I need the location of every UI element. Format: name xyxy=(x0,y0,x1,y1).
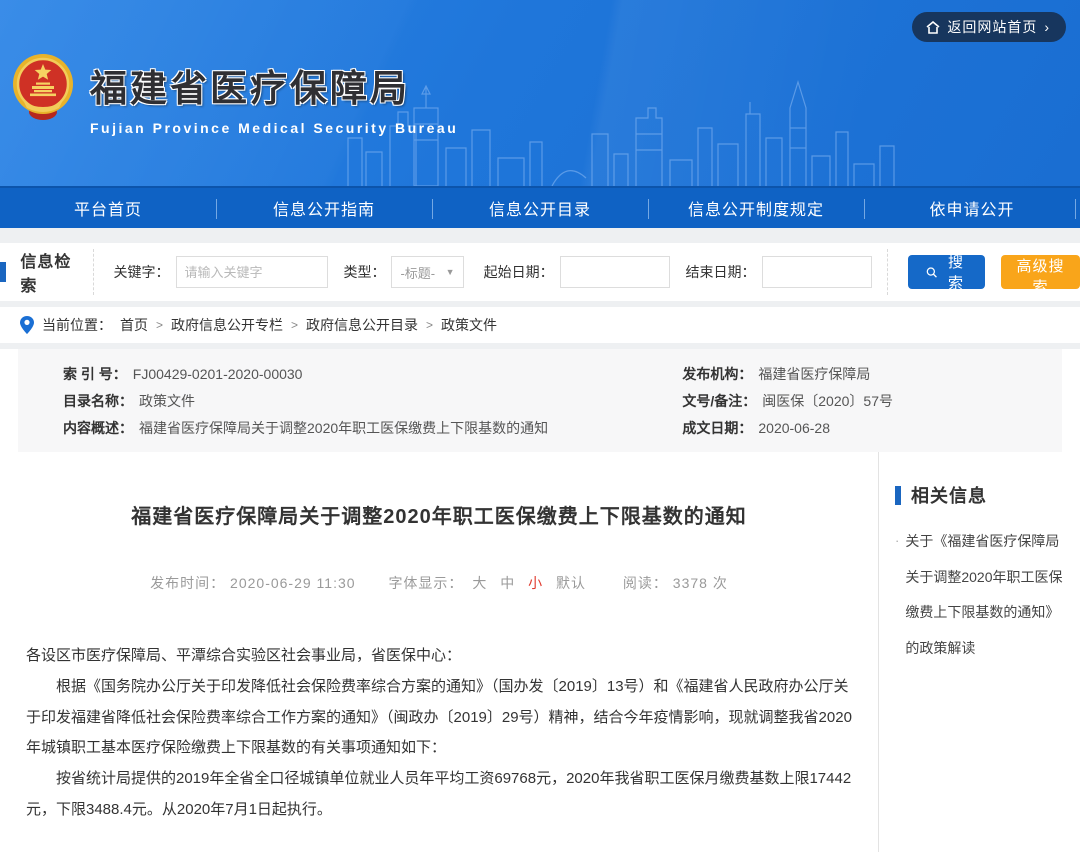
paragraph: 按省统计局提供的2019年全省全口径城镇单位就业人员年平均工资69768元，20… xyxy=(26,764,852,826)
site-logo: 福建省医疗保障局 Fujian Province Medical Securit… xyxy=(10,52,458,136)
nav-item-disclosure-rules[interactable]: 信息公开制度规定 xyxy=(648,188,864,228)
breadcrumb-separator: > xyxy=(291,318,298,332)
breadcrumb: 当前位置： 首页 > 政府信息公开专栏 > 政府信息公开目录 > 政策文件 xyxy=(0,307,1080,343)
site-subtitle: Fujian Province Medical Security Bureau xyxy=(90,120,458,136)
search-section-title: 信息检索 xyxy=(20,248,74,296)
home-icon xyxy=(926,21,940,34)
search-button-label: 搜索 xyxy=(944,251,967,293)
site-title: 福建省医疗保障局 xyxy=(90,58,458,112)
paragraph: 根据《国务院办公厅关于印发降低社会保险费率综合方案的通知》（国办发〔2019〕1… xyxy=(26,672,852,764)
start-date-label: 起始日期： xyxy=(484,262,554,282)
article-info-line: 发布时间： 2020-06-29 11:30 字体显示： 大 中 小 默认 阅读… xyxy=(26,573,852,593)
font-size-default[interactable]: 默认 xyxy=(556,575,586,591)
nav-item-disclosure-guide[interactable]: 信息公开指南 xyxy=(216,188,432,228)
search-panel: 信息检索 关键字： 类型： -标题- ▼ 起始日期： 结束日期： 搜索 高级搜索 xyxy=(0,243,1080,301)
related-info-link[interactable]: · 关于《福建省医疗保障局关于调整2020年职工医保缴费上下限基数的通知》的政策… xyxy=(895,524,1068,667)
breadcrumb-location-label: 当前位置： xyxy=(42,315,112,335)
section-marker xyxy=(0,262,6,282)
related-info-sidebar: 相关信息 · 关于《福建省医疗保障局关于调整2020年职工医保缴费上下限基数的通… xyxy=(878,452,1080,852)
type-label: 类型： xyxy=(343,262,385,282)
meta-catalog-name: 目录名称：政策文件 xyxy=(63,388,682,415)
article: 福建省医疗保障局关于调整2020年职工医保缴费上下限基数的通知 发布时间： 20… xyxy=(0,452,878,852)
font-size-label: 字体显示： xyxy=(388,575,463,591)
main-nav: 平台首页 信息公开指南 信息公开目录 信息公开制度规定 依申请公开 xyxy=(0,186,1080,228)
breadcrumb-policy-files[interactable]: 政策文件 xyxy=(441,315,497,335)
related-info-title: 相关信息 xyxy=(911,482,987,508)
breadcrumb-disclosure-column[interactable]: 政府信息公开专栏 xyxy=(171,315,283,335)
nav-item-disclosure-catalog[interactable]: 信息公开目录 xyxy=(432,188,648,228)
end-date-input[interactable] xyxy=(762,256,872,288)
nav-item-apply-disclosure[interactable]: 依申请公开 xyxy=(864,188,1080,228)
breadcrumb-separator: > xyxy=(426,318,433,332)
paragraph: 各设区市医疗保障局、平潭综合实验区社会事业局，省医保中心： xyxy=(26,641,852,672)
article-body: 各设区市医疗保障局、平潭综合实验区社会事业局，省医保中心： 根据《国务院办公厅关… xyxy=(26,641,852,826)
start-date-input[interactable] xyxy=(560,256,670,288)
home-button-label: 返回网站首页 xyxy=(947,17,1037,37)
meta-index-number: 索 引 号：FJ00429-0201-2020-00030 xyxy=(63,361,682,388)
header-banner: 返回网站首页 › 福建省医疗保障局 Fujian Province Medica… xyxy=(0,0,1080,186)
bullet-icon: · xyxy=(895,524,899,667)
meta-issue-date: 成文日期：2020-06-28 xyxy=(682,415,1062,442)
search-icon xyxy=(926,265,938,280)
type-select-value: -标题- xyxy=(400,263,435,282)
read-count-value: 3378 xyxy=(673,575,708,591)
read-count-unit: 次 xyxy=(713,575,728,591)
chevron-right-icon: › xyxy=(1044,19,1050,35)
national-emblem xyxy=(10,52,76,124)
read-count-label: 阅读： xyxy=(623,575,668,591)
article-title: 福建省医疗保障局关于调整2020年职工医保缴费上下限基数的通知 xyxy=(26,500,852,529)
location-pin-icon xyxy=(20,316,34,334)
related-info-link-text: 关于《福建省医疗保障局关于调整2020年职工医保缴费上下限基数的通知》的政策解读 xyxy=(905,524,1068,667)
meta-content-summary: 内容概述：福建省医疗保障局关于调整2020年职工医保缴费上下限基数的通知 xyxy=(63,415,682,442)
publish-time-value: 2020-06-29 11:30 xyxy=(230,575,356,591)
return-home-button[interactable]: 返回网站首页 › xyxy=(912,12,1066,42)
nav-item-platform-home[interactable]: 平台首页 xyxy=(0,188,216,228)
search-button[interactable]: 搜索 xyxy=(908,255,985,289)
breadcrumb-home[interactable]: 首页 xyxy=(120,315,148,335)
font-size-large[interactable]: 大 xyxy=(472,575,487,591)
meta-document-number: 文号/备注：闽医保〔2020〕57号 xyxy=(682,388,1062,415)
keyword-label: 关键字： xyxy=(114,262,170,282)
section-marker xyxy=(895,486,901,505)
divider xyxy=(93,249,94,295)
document-meta-box: 索 引 号：FJ00429-0201-2020-00030 目录名称：政策文件 … xyxy=(18,349,1062,452)
font-size-medium[interactable]: 中 xyxy=(500,575,515,591)
end-date-label: 结束日期： xyxy=(686,262,756,282)
font-size-small[interactable]: 小 xyxy=(528,575,543,591)
main-panel: 索 引 号：FJ00429-0201-2020-00030 目录名称：政策文件 … xyxy=(0,349,1080,855)
keyword-input[interactable] xyxy=(176,256,328,288)
breadcrumb-disclosure-catalog[interactable]: 政府信息公开目录 xyxy=(306,315,418,335)
divider xyxy=(887,249,888,295)
type-select[interactable]: -标题- ▼ xyxy=(391,256,463,288)
chevron-down-icon: ▼ xyxy=(446,267,455,277)
advanced-search-button[interactable]: 高级搜索 xyxy=(1001,255,1080,289)
meta-issuing-agency: 发布机构：福建省医疗保障局 xyxy=(682,361,1062,388)
publish-time-label: 发布时间： xyxy=(150,575,225,591)
breadcrumb-separator: > xyxy=(156,318,163,332)
